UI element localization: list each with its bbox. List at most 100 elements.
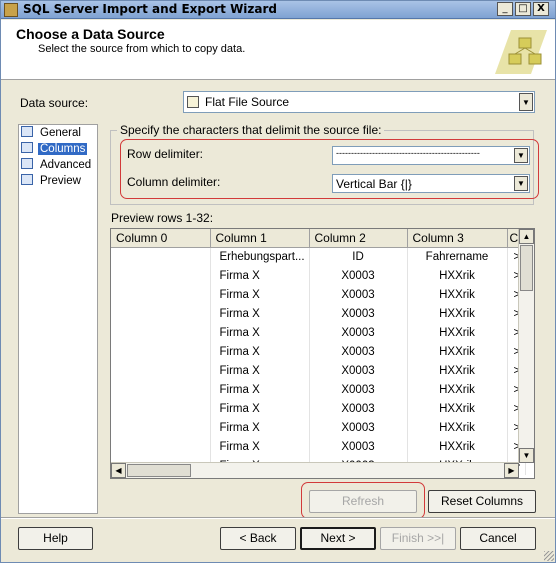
nav-item-columns[interactable]: Columns [21, 142, 88, 157]
table-cell: X0003 [309, 437, 408, 456]
horizontal-scroll-thumb[interactable] [127, 464, 191, 477]
table-cell: Firma X [210, 266, 310, 285]
delimiter-group-title: Specify the characters that delimit the … [117, 123, 385, 137]
app-icon [4, 3, 18, 17]
table-row[interactable]: Firma XX0003HXXrik> [111, 361, 526, 380]
nav-item-label: General [40, 127, 81, 139]
scroll-right-icon[interactable]: ▶ [504, 463, 519, 478]
column-header[interactable]: Column 2 [309, 229, 408, 248]
table-row[interactable]: Firma XX0003HXXrik> [111, 266, 526, 285]
reset-columns-button[interactable]: Reset Columns [428, 490, 536, 513]
table-row[interactable]: Firma XX0003HXXrik> [111, 437, 526, 456]
refresh-button[interactable]: Refresh [309, 490, 417, 513]
table-cell: X0003 [309, 380, 408, 399]
vertical-scrollbar[interactable]: ▲ ▼ [518, 229, 534, 463]
close-button[interactable]: X [533, 2, 549, 16]
nav-item-preview[interactable]: Preview [21, 174, 83, 189]
table-cell [111, 247, 211, 266]
table-cell: HXXrik [407, 399, 508, 418]
chevron-down-icon[interactable]: ▼ [514, 148, 528, 163]
table-cell [111, 342, 211, 361]
title-bar: SQL Server Import and Export Wizard _ □ … [1, 1, 555, 19]
table-cell: Fahrername [407, 247, 508, 266]
nav-item-advanced[interactable]: Advanced [21, 158, 93, 173]
horizontal-scrollbar[interactable]: ◀ ▶ [111, 462, 519, 478]
chevron-down-icon[interactable]: ▼ [519, 93, 533, 111]
table-cell [111, 380, 211, 399]
wizard-window: SQL Server Import and Export Wizard _ □ … [0, 0, 556, 563]
vertical-scroll-thumb[interactable] [520, 245, 533, 291]
resize-grip-icon[interactable] [544, 551, 554, 561]
table-cell: HXXrik [407, 285, 508, 304]
table-cell [111, 418, 211, 437]
table-cell: ID [309, 247, 408, 266]
nav-item-general[interactable]: General [21, 126, 83, 141]
row-delimiter-value: ----------------------------------------… [336, 148, 480, 158]
column-header[interactable]: Column 0 [111, 229, 211, 248]
table-cell: HXXrik [407, 342, 508, 361]
help-button[interactable]: Help [18, 527, 93, 550]
table-cell: HXXrik [407, 361, 508, 380]
data-source-label: Data source: [20, 96, 89, 110]
table-cell: HXXrik [407, 323, 508, 342]
nav-item-label: Columns [38, 143, 88, 155]
chevron-down-icon[interactable]: ▼ [514, 176, 528, 191]
footer-divider [1, 517, 555, 519]
data-source-value: Flat File Source [187, 95, 289, 109]
table-cell: HXXrik [407, 418, 508, 437]
cancel-button[interactable]: Cancel [460, 527, 536, 550]
table-row[interactable]: Firma XX0003HXXrik> [111, 380, 526, 399]
table-cell: Firma X [210, 342, 310, 361]
column-header[interactable]: Column 1 [210, 229, 310, 248]
table-cell: Firma X [210, 361, 310, 380]
page-title: Choose a Data Source [16, 26, 165, 42]
table-row[interactable]: Firma XX0003HXXrik> [111, 342, 526, 361]
table-cell: Firma X [210, 418, 310, 437]
minimize-button[interactable]: _ [497, 2, 513, 16]
finish-button[interactable]: Finish >>| [380, 527, 456, 550]
table-row[interactable]: Firma XX0003HXXrik> [111, 285, 526, 304]
column-delimiter-value: Vertical Bar {|} [336, 177, 412, 191]
back-button[interactable]: < Back [220, 527, 296, 550]
table-cell: Firma X [210, 437, 310, 456]
window-title: SQL Server Import and Export Wizard [23, 2, 278, 16]
table-cell: HXXrik [407, 304, 508, 323]
next-button[interactable]: Next > [300, 527, 376, 550]
column-delimiter-label: Column delimiter: [127, 175, 221, 189]
table-cell: X0003 [309, 323, 408, 342]
table-row[interactable]: Firma XX0003HXXrik> [111, 418, 526, 437]
page-subtitle: Select the source from which to copy dat… [38, 43, 246, 55]
table-cell: HXXrik [407, 437, 508, 456]
table-cell: HXXrik [407, 266, 508, 285]
general-icon [21, 126, 33, 137]
table-cell [111, 266, 211, 285]
preview-grid[interactable]: Column 0 Column 1 Column 2 Column 3 Co E… [110, 228, 535, 479]
column-header[interactable]: Column 3 [407, 229, 508, 248]
preview-icon [21, 174, 33, 185]
preview-table: Column 0 Column 1 Column 2 Column 3 Co E… [111, 229, 526, 475]
nav-item-label: Advanced [40, 159, 92, 171]
table-row[interactable]: Firma XX0003HXXrik> [111, 304, 526, 323]
scroll-up-icon[interactable]: ▲ [519, 229, 534, 244]
table-cell: Erhebungspart... [210, 247, 310, 266]
table-row[interactable]: Erhebungspart... ID Fahrername > [111, 247, 526, 266]
table-cell [111, 285, 211, 304]
scroll-left-icon[interactable]: ◀ [111, 463, 126, 478]
table-row[interactable]: Firma XX0003HXXrik> [111, 399, 526, 418]
table-cell: X0003 [309, 266, 408, 285]
table-cell: X0003 [309, 418, 408, 437]
data-source-select[interactable]: Flat File Source ▼ [183, 91, 535, 113]
columns-icon [21, 142, 33, 153]
column-delimiter-select[interactable]: Vertical Bar {|} ▼ [332, 174, 530, 193]
nav-item-label: Preview [40, 175, 81, 187]
scroll-down-icon[interactable]: ▼ [519, 448, 534, 463]
wizard-header: Choose a Data Source Select the source f… [1, 20, 555, 80]
page-nav: General Columns Advanced Preview [18, 124, 98, 514]
table-cell [111, 399, 211, 418]
maximize-button[interactable]: □ [515, 2, 531, 16]
table-cell [111, 361, 211, 380]
table-row[interactable]: Firma XX0003HXXrik> [111, 323, 526, 342]
table-cell: Firma X [210, 285, 310, 304]
row-delimiter-select[interactable]: ----------------------------------------… [332, 146, 530, 165]
table-cell [111, 437, 211, 456]
